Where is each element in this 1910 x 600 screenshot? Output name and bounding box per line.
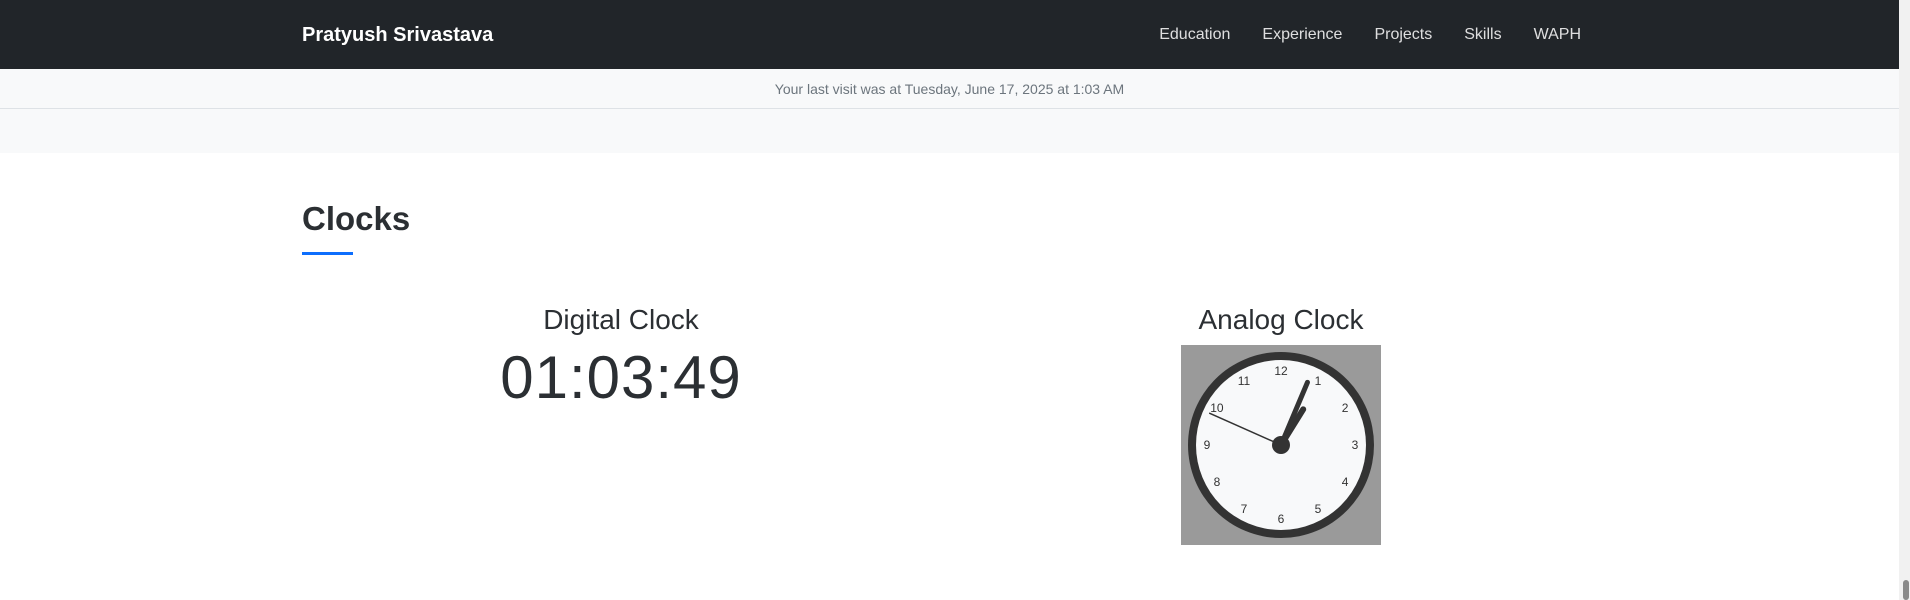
nav-link-skills[interactable]: Skills bbox=[1464, 23, 1501, 47]
title-underline bbox=[302, 252, 353, 255]
analog-clock-face: 121234567891011 bbox=[1188, 352, 1374, 538]
clock-number-9: 9 bbox=[1204, 438, 1211, 452]
clock-number-8: 8 bbox=[1214, 475, 1221, 489]
brand-name[interactable]: Pratyush Srivastava bbox=[302, 23, 493, 47]
nav-link-education[interactable]: Education bbox=[1159, 23, 1230, 47]
navbar: Pratyush Srivastava Education Experience… bbox=[0, 0, 1899, 69]
clock-number-10: 10 bbox=[1210, 401, 1224, 415]
clock-number-2: 2 bbox=[1342, 401, 1349, 415]
clock-number-3: 3 bbox=[1352, 438, 1359, 452]
clock-number-1: 1 bbox=[1315, 374, 1322, 388]
clock-number-7: 7 bbox=[1241, 502, 1248, 516]
nav-link-waph[interactable]: WAPH bbox=[1534, 23, 1581, 47]
last-visit-text: Your last visit was at Tuesday, June 17,… bbox=[774, 81, 1125, 97]
clock-number-11: 11 bbox=[1238, 374, 1251, 388]
scrollbar-track[interactable] bbox=[1899, 0, 1910, 600]
digital-clock-time: 01:03:49 bbox=[500, 344, 742, 411]
clock-number-5: 5 bbox=[1315, 502, 1322, 516]
digital-clock-heading: Digital Clock bbox=[543, 304, 699, 335]
header-band bbox=[0, 109, 1899, 153]
analog-clock-heading: Analog Clock bbox=[1198, 304, 1364, 335]
clock-number-4: 4 bbox=[1342, 475, 1349, 489]
nav-links: Education Experience Projects Skills WAP… bbox=[1127, 23, 1581, 47]
analog-clock: 12 1 2 3 4 5 6 7 8 9 10 11 bbox=[1181, 345, 1381, 545]
clock-center-pin bbox=[1272, 436, 1290, 454]
clock-number-6: 6 bbox=[1278, 512, 1285, 526]
nav-link-experience[interactable]: Experience bbox=[1262, 23, 1342, 47]
section-title: Clocks bbox=[302, 200, 411, 237]
last-visit-bar: Your last visit was at Tuesday, June 17,… bbox=[0, 69, 1899, 109]
scrollbar-thumb[interactable] bbox=[1903, 580, 1909, 600]
nav-link-projects[interactable]: Projects bbox=[1374, 23, 1432, 47]
clock-number-12: 12 bbox=[1274, 364, 1288, 378]
